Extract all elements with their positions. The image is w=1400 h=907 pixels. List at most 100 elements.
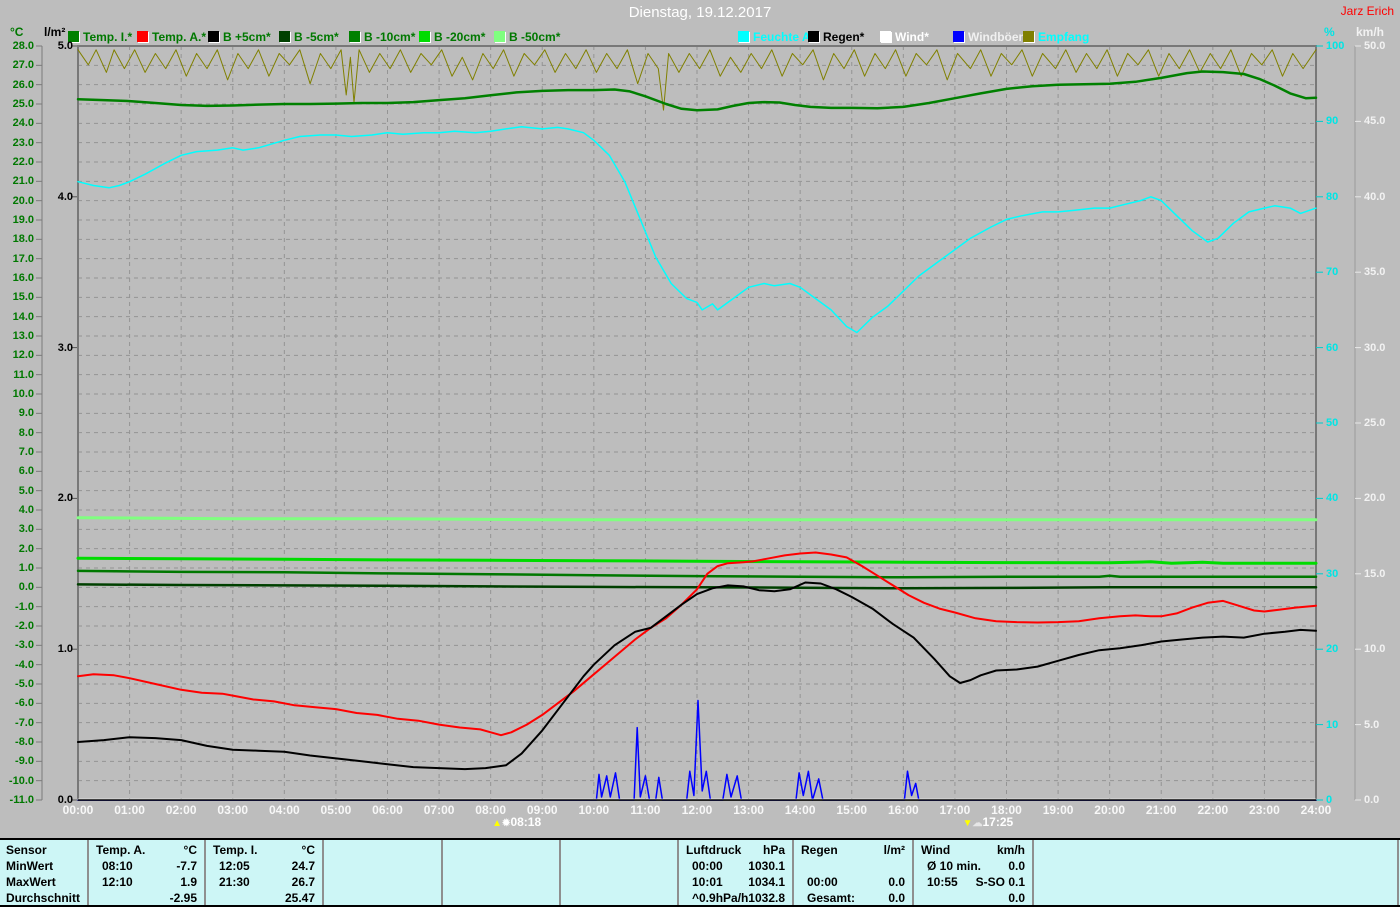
x-axis-hour-label: 06:00: [366, 803, 410, 817]
table-column-unit: °C: [213, 843, 315, 857]
rain-tick-label: 1.0: [42, 643, 73, 655]
humidity-tick-label: 90: [1326, 115, 1356, 127]
humidity-tick-label: 70: [1326, 266, 1356, 278]
celsius-tick-label: 8.0: [2, 427, 34, 439]
table-cell-value: 0.0: [921, 891, 1025, 905]
celsius-tick-label: -6.0: [2, 697, 34, 709]
table-cell-value: 1032.8: [686, 891, 785, 905]
table-column-unit: hPa: [686, 843, 785, 857]
windspeed-tick-label: 25.0: [1364, 417, 1398, 429]
celsius-tick-label: -9.0: [2, 755, 34, 767]
chart-plot: [0, 0, 1400, 838]
table-cell-value: -2.95: [96, 891, 197, 905]
windspeed-tick-label: 45.0: [1364, 115, 1398, 127]
x-axis-hour-label: 23:00: [1242, 803, 1286, 817]
table-column-unit: km/h: [921, 843, 1025, 857]
celsius-tick-label: -7.0: [2, 717, 34, 729]
sunset-marker-arrow-icon: ▼: [963, 818, 973, 829]
table-column-separator: [441, 840, 443, 905]
celsius-tick-label: 19.0: [2, 214, 34, 226]
table-row-label: MinWert: [6, 859, 84, 873]
table-cell-value: 25.47: [213, 891, 315, 905]
x-axis-hour-label: 16:00: [881, 803, 925, 817]
celsius-tick-label: -4.0: [2, 659, 34, 671]
x-axis-hour-label: 15:00: [830, 803, 874, 817]
celsius-tick-label: 2.0: [2, 543, 34, 555]
table-cell-value: 26.7: [213, 875, 315, 889]
x-axis-hour-label: 12:00: [675, 803, 719, 817]
celsius-tick-label: 9.0: [2, 407, 34, 419]
table-row-label: MaxWert: [6, 875, 84, 889]
humidity-tick-label: 50: [1326, 417, 1356, 429]
celsius-tick-label: 1.0: [2, 562, 34, 574]
table-cell-value: S-SO 0.1: [921, 875, 1025, 889]
celsius-tick-label: 27.0: [2, 59, 34, 71]
celsius-tick-label: -11.0: [2, 794, 34, 806]
humidity-tick-label: 10: [1326, 719, 1356, 731]
rain-tick-label: 3.0: [42, 342, 73, 354]
celsius-tick-label: 13.0: [2, 330, 34, 342]
celsius-tick-label: 18.0: [2, 233, 34, 245]
windspeed-tick-label: 10.0: [1364, 643, 1398, 655]
table-cell-value: 1034.1: [686, 875, 785, 889]
table-cell-value: -7.7: [96, 859, 197, 873]
table-column-separator: [1032, 840, 1034, 905]
rain-tick-label: 5.0: [42, 40, 73, 52]
table-column-separator: [912, 840, 914, 905]
table-column-unit: l/m²: [801, 843, 905, 857]
humidity-tick-label: 60: [1326, 342, 1356, 354]
windspeed-tick-label: 15.0: [1364, 568, 1398, 580]
sunset-marker-time: 17:25: [982, 815, 1013, 829]
table-column-separator: [87, 840, 89, 905]
table-column-separator: [204, 840, 206, 905]
windspeed-tick-label: 20.0: [1364, 492, 1398, 504]
windspeed-tick-label: 35.0: [1364, 266, 1398, 278]
table-cell-value: 1030.1: [686, 859, 785, 873]
weather-day-chart-screen: Dienstag, 19.12.2017 Jarz Erich °C l/m² …: [0, 0, 1400, 907]
x-axis-hour-label: 07:00: [417, 803, 461, 817]
celsius-tick-label: 12.0: [2, 349, 34, 361]
windspeed-tick-label: 30.0: [1364, 342, 1398, 354]
x-axis-hour-label: 03:00: [211, 803, 255, 817]
table-cell-value: 0.0: [921, 859, 1025, 873]
table-row-label: Durchschnitt: [6, 891, 84, 905]
table-row-label: Sensor: [6, 843, 84, 857]
celsius-tick-label: 7.0: [2, 446, 34, 458]
windspeed-tick-label: 0.0: [1364, 794, 1398, 806]
x-axis-hour-label: 20:00: [1088, 803, 1132, 817]
celsius-tick-label: 0.0: [2, 581, 34, 593]
table-cell-value: 1.9: [96, 875, 197, 889]
celsius-tick-label: -1.0: [2, 601, 34, 613]
celsius-tick-label: 21.0: [2, 175, 34, 187]
x-axis-hour-label: 10:00: [572, 803, 616, 817]
celsius-tick-label: 11.0: [2, 369, 34, 381]
sunrise-marker: ▲✹08:18: [492, 815, 541, 829]
table-right-border: [1397, 840, 1399, 905]
celsius-tick-label: 24.0: [2, 117, 34, 129]
series-feuchte_a: [78, 127, 1316, 333]
rain-tick-label: 2.0: [42, 492, 73, 504]
celsius-tick-label: 25.0: [2, 98, 34, 110]
table-column-unit: °C: [96, 843, 197, 857]
celsius-tick-label: -10.0: [2, 775, 34, 787]
sunrise-marker-time: 08:18: [510, 815, 541, 829]
celsius-tick-label: 15.0: [2, 291, 34, 303]
celsius-tick-label: 5.0: [2, 485, 34, 497]
celsius-tick-label: 3.0: [2, 523, 34, 535]
celsius-tick-label: -2.0: [2, 620, 34, 632]
rain-tick-label: 4.0: [42, 191, 73, 203]
celsius-tick-label: -3.0: [2, 639, 34, 651]
table-column-separator: [792, 840, 794, 905]
celsius-tick-label: 10.0: [2, 388, 34, 400]
humidity-tick-label: 30: [1326, 568, 1356, 580]
x-axis-hour-label: 13:00: [727, 803, 771, 817]
table-column-separator: [677, 840, 679, 905]
celsius-tick-label: 16.0: [2, 272, 34, 284]
x-axis-hour-label: 05:00: [314, 803, 358, 817]
table-cell-value: 0.0: [801, 875, 905, 889]
celsius-tick-label: 20.0: [2, 195, 34, 207]
table-column-separator: [322, 840, 324, 905]
x-axis-hour-label: 24:00: [1294, 803, 1338, 817]
humidity-tick-label: 80: [1326, 191, 1356, 203]
windspeed-tick-label: 50.0: [1364, 40, 1398, 52]
